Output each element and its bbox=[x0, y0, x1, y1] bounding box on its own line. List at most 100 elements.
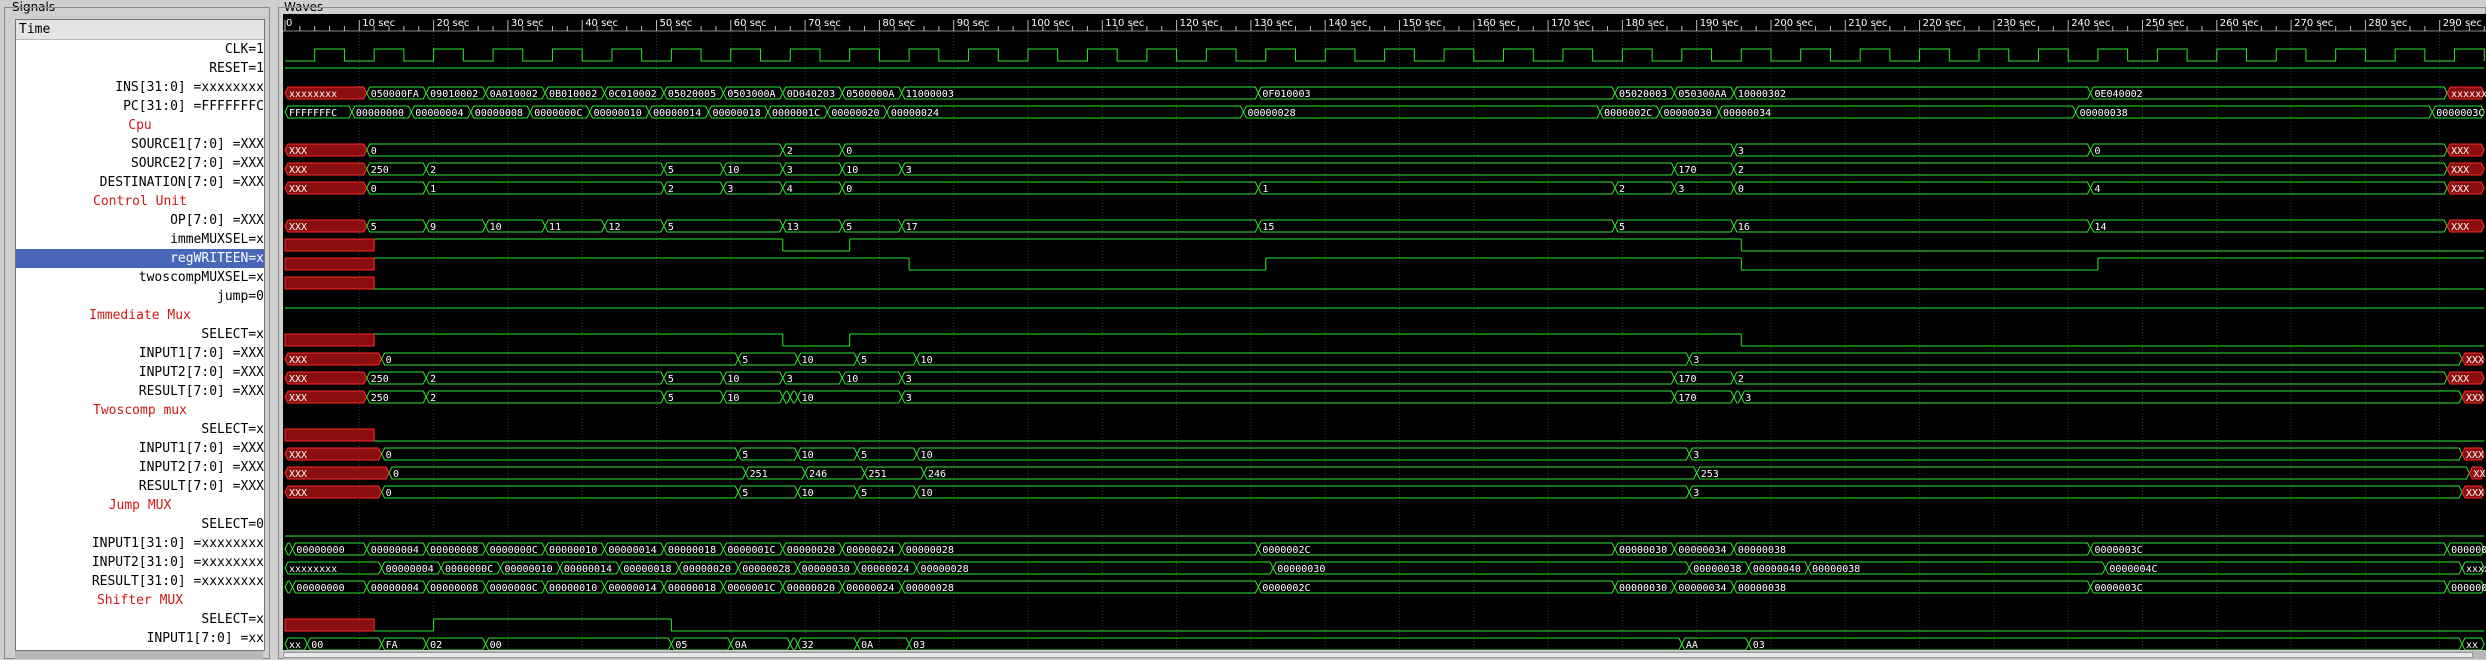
signal-row[interactable]: SOURCE2[7:0] =XXX bbox=[16, 154, 264, 173]
bus-value: 00000024 bbox=[861, 564, 909, 575]
signal-row[interactable]: regWRITEEN=x bbox=[16, 249, 264, 268]
bus-value: AA bbox=[1686, 640, 1698, 650]
bus-value: 10 bbox=[921, 488, 933, 499]
bus-segment bbox=[2089, 542, 2448, 556]
signal-list[interactable]: Time CLK=1 RESET=1 INS[31:0] =xxxxxxxx PC[3… bbox=[15, 19, 265, 651]
bus-value: 0000000C bbox=[490, 545, 538, 556]
signal-row[interactable]: SELECT=x bbox=[16, 325, 264, 344]
signal-row[interactable]: OP[7:0] =XXX bbox=[16, 211, 264, 230]
signal-row[interactable]: RESET=1 bbox=[16, 59, 264, 78]
signal-name: SOURCE1[7:0] =XXX bbox=[130, 137, 264, 152]
waveform-viewer[interactable]: 0 10 sec 20 sec 30 sec 40 sec 50 sec 60 sec 70 … bbox=[283, 14, 2486, 650]
bus-value: 02 bbox=[430, 640, 442, 650]
bus-segment bbox=[1688, 447, 2463, 461]
signal-row[interactable]: SOURCE1[7:0] =XXX bbox=[16, 135, 264, 154]
bus-value: XXX bbox=[289, 450, 307, 461]
bus-value: 0000001C bbox=[727, 583, 775, 594]
signal-row[interactable]: INPUT1[7:0] =xx bbox=[16, 629, 264, 648]
bus-segment bbox=[901, 162, 1675, 176]
undefined-segment bbox=[284, 333, 375, 347]
signal-name: Shifter MUX bbox=[96, 593, 184, 608]
bus-value: 3 bbox=[906, 374, 912, 385]
signal-name: SOURCE2[7:0] =XXX bbox=[130, 156, 264, 171]
signal-name: regWRITEEN=x bbox=[170, 251, 264, 266]
signal-name: INS[31:0] =xxxxxxxx bbox=[115, 80, 264, 95]
signal-row[interactable]: SELECT=x bbox=[16, 420, 264, 439]
ruler-label: 240 sec bbox=[2071, 18, 2110, 29]
bus-value: 00 bbox=[490, 640, 502, 650]
bus-value: 10 bbox=[802, 393, 814, 404]
bus-value: 00000038 bbox=[1693, 564, 1741, 575]
bus-segment bbox=[1688, 485, 2463, 499]
bus-value: 5 bbox=[668, 374, 674, 385]
bus-value: 0A010002 bbox=[490, 89, 538, 100]
bus-segment bbox=[782, 390, 791, 404]
bus-value: 32 bbox=[802, 640, 814, 650]
waveform-scrollbar[interactable] bbox=[283, 651, 2486, 659]
bus-value: 00000018 bbox=[623, 564, 671, 575]
bus-value: 00000018 bbox=[713, 108, 761, 119]
signal-row[interactable]: SELECT=0 bbox=[16, 515, 264, 534]
signal-row[interactable]: CLK=1 bbox=[16, 40, 264, 59]
bus-value: 00000018 bbox=[668, 545, 716, 556]
bus-value: 0 bbox=[386, 488, 392, 499]
bus-value: 00000034 bbox=[1678, 583, 1726, 594]
signal-name: INPUT2[7:0] =XXX bbox=[138, 460, 264, 475]
bus-value: 00000004 bbox=[371, 583, 419, 594]
signal-row[interactable]: jump=0 bbox=[16, 287, 264, 306]
signal-group[interactable]: Immediate Mux bbox=[16, 306, 264, 325]
bus-value: 2 bbox=[1619, 184, 1625, 195]
bus-value: 1 bbox=[1262, 184, 1268, 195]
bus-value: 0000000C bbox=[534, 108, 582, 119]
waveform-scrollbar-thumb[interactable] bbox=[283, 652, 2473, 658]
signal-row[interactable]: INPUT1[7:0] =XXX bbox=[16, 439, 264, 458]
signal-row[interactable]: INPUT1[31:0] =xxxxxxxx bbox=[16, 534, 264, 553]
signal-row[interactable]: RESULT[7:0] =XXX bbox=[16, 382, 264, 401]
bus-value: 9 bbox=[430, 222, 436, 233]
signal-group[interactable]: Twoscomp mux bbox=[16, 401, 264, 420]
signal-group[interactable]: Cpu bbox=[16, 116, 264, 135]
signal-name: INPUT1[7:0] =xx bbox=[146, 631, 264, 646]
signal-row[interactable]: INPUT1[7:0] =XXX bbox=[16, 344, 264, 363]
signal-row[interactable]: SELECT=x bbox=[16, 610, 264, 629]
bus-value: 0000002C bbox=[1262, 545, 1310, 556]
bus-value: 5 bbox=[371, 222, 377, 233]
signal-row[interactable]: twoscompMUXSEL=x bbox=[16, 268, 264, 287]
signal-name: INPUT2[7:0] =XXX bbox=[138, 365, 264, 380]
bus-value: 00000024 bbox=[846, 583, 894, 594]
bus-value: 251 bbox=[750, 469, 768, 480]
signal-group[interactable]: Control Unit bbox=[16, 192, 264, 211]
signal-row[interactable]: PC[31:0] =FFFFFFFC bbox=[16, 97, 264, 116]
bus-segment bbox=[284, 542, 293, 556]
signal-group[interactable]: Jump MUX bbox=[16, 496, 264, 515]
signal-group[interactable]: Shifter MUX bbox=[16, 591, 264, 610]
signal-row[interactable]: INPUT2[7:0] =XXX bbox=[16, 363, 264, 382]
bus-segment bbox=[2089, 219, 2448, 233]
bus-value: 250 bbox=[371, 393, 389, 404]
signal-row[interactable]: INS[31:0] =xxxxxxxx bbox=[16, 78, 264, 97]
signal-name: INPUT2[31:0] =xxxxxxxx bbox=[91, 555, 264, 570]
signal-row[interactable]: RESULT[7:0] =XXX bbox=[16, 477, 264, 496]
signal-row[interactable]: DESTINATION[7:0] =XXX bbox=[16, 173, 264, 192]
bus-segment bbox=[1733, 143, 2092, 157]
signal-name: Jump MUX bbox=[108, 498, 172, 513]
bus-segment bbox=[425, 390, 665, 404]
signal-row[interactable]: INPUT2[7:0] =XXX bbox=[16, 458, 264, 477]
signal-list-scrollbar[interactable] bbox=[15, 651, 263, 659]
signal-name: INPUT1[31:0] =xxxxxxxx bbox=[91, 536, 264, 551]
signal-row[interactable]: RESULT[31:0] =xxxxxxxx bbox=[16, 572, 264, 591]
signal-row[interactable]: INPUT2[31:0] =xxxxxxxx bbox=[16, 553, 264, 572]
bus-value: 0C010002 bbox=[608, 89, 656, 100]
bus-value: 3 bbox=[787, 165, 793, 176]
bus-value: xxxxxxxx bbox=[289, 89, 337, 100]
signal-row[interactable]: immeMUXSEL=x bbox=[16, 230, 264, 249]
bus-value: XXX bbox=[2451, 184, 2469, 195]
bus-segment bbox=[915, 561, 1274, 575]
bus-value: 2 bbox=[430, 165, 436, 176]
bus-value: 0000003C bbox=[2094, 545, 2142, 556]
bus-value: 10 bbox=[727, 393, 739, 404]
undefined-segment bbox=[284, 428, 375, 442]
bus-segment bbox=[425, 371, 665, 385]
bus-value: 0000002C bbox=[1262, 583, 1310, 594]
ruler-label: 160 sec bbox=[1477, 18, 1516, 29]
